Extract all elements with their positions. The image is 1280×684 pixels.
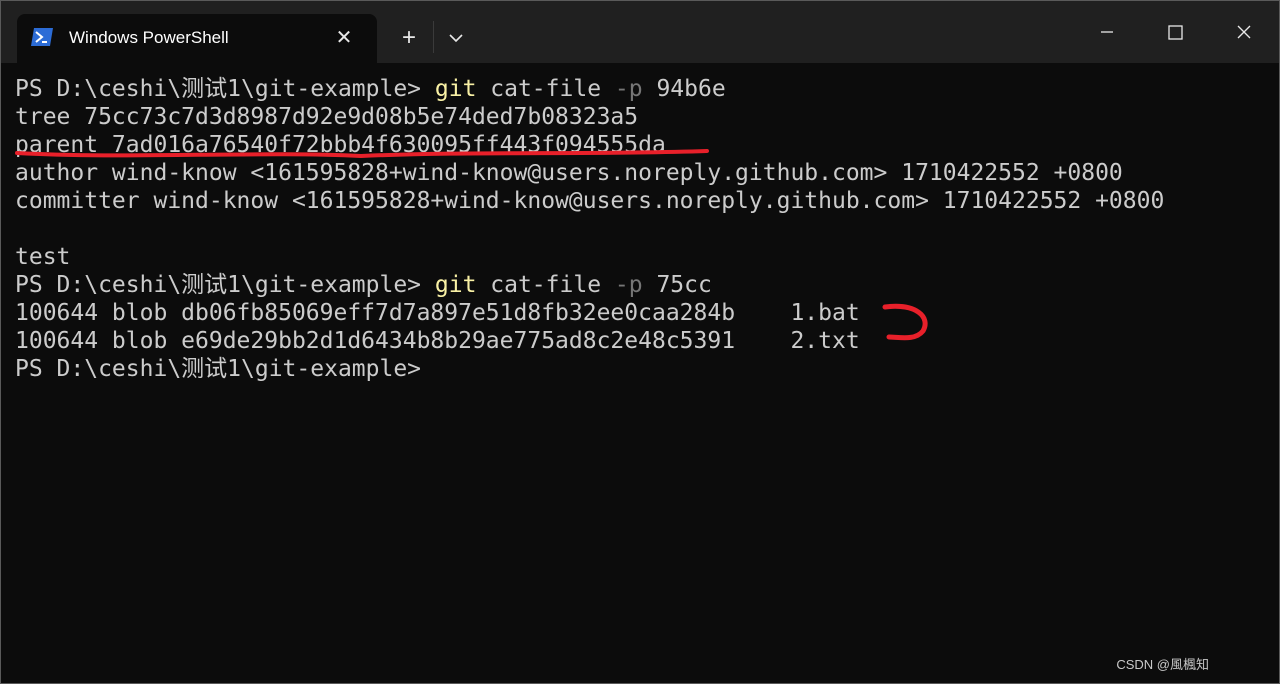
title-bar[interactable]: Windows PowerShell ✕ + <box>1 1 1279 63</box>
prompt-text: PS D:\ceshi\测试1\git-example> <box>15 272 435 298</box>
terminal-line-author: author wind-know <161595828+wind-know@us… <box>15 160 1123 186</box>
terminal-line-blob-2: 100644 blob e69de29bb2d1d6434b8b29ae775a… <box>15 328 860 354</box>
plus-icon[interactable]: + <box>391 25 427 51</box>
prompt-text: PS D:\ceshi\测试1\git-example> <box>15 76 435 102</box>
terminal-output[interactable]: PS D:\ceshi\测试1\git-example> git cat-fil… <box>1 63 1279 683</box>
terminal-line-prompt-2: PS D:\ceshi\测试1\git-example> git cat-fil… <box>15 271 712 299</box>
tab-title: Windows PowerShell <box>69 28 229 47</box>
tab-windows-powershell[interactable]: Windows PowerShell ✕ <box>17 14 377 63</box>
command-args: 75cc <box>642 272 712 298</box>
command-name: git <box>434 272 477 298</box>
command-flag: -p <box>614 76 643 102</box>
maximize-icon[interactable] <box>1152 17 1198 47</box>
command-args: 94b6e <box>642 76 726 102</box>
terminal-line-tree: tree 75cc73c7d3d8987d92e9d08b5e74ded7b08… <box>15 104 639 130</box>
chevron-down-icon[interactable] <box>441 25 471 51</box>
titlebar-divider <box>433 21 434 53</box>
command-flag: -p <box>614 272 643 298</box>
terminal-window: Windows PowerShell ✕ + PS D:\ceshi\测试1\g… <box>0 0 1280 684</box>
terminal-line-parent: parent 7ad016a76540f72bbb4f630095ff443f0… <box>15 132 666 158</box>
minimize-icon[interactable] <box>1084 17 1130 47</box>
close-icon[interactable] <box>1221 17 1267 47</box>
watermark-text: CSDN @風楓知 <box>1116 657 1209 672</box>
command-args: cat-file <box>476 272 615 298</box>
command-name: git <box>434 76 477 102</box>
terminal-line-message: test <box>15 244 71 270</box>
terminal-line-prompt-1: PS D:\ceshi\测试1\git-example> git cat-fil… <box>15 75 726 103</box>
terminal-line-blob-1: 100644 blob db06fb85069eff7d7a897e51d8fb… <box>15 300 860 326</box>
terminal-line-prompt-3: PS D:\ceshi\测试1\git-example> <box>15 356 435 382</box>
powershell-icon <box>31 28 53 46</box>
close-icon[interactable]: ✕ <box>333 27 355 49</box>
terminal-line-committer: committer wind-know <161595828+wind-know… <box>15 188 1165 214</box>
command-args: cat-file <box>476 76 615 102</box>
